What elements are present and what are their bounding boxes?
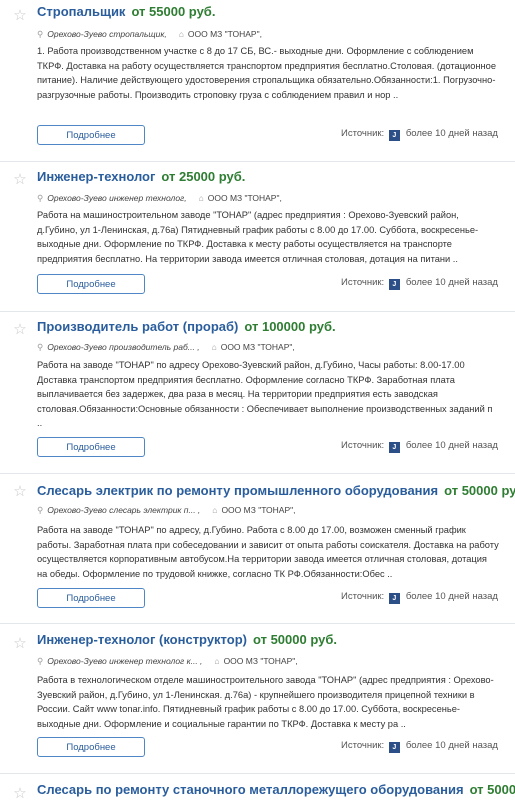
- vacancy-header: Инженер-технолог (конструктор) от 50000 р…: [37, 632, 337, 647]
- company-icon: ⌂: [198, 193, 204, 203]
- vacancy-salary: от 50000 руб.: [252, 632, 337, 647]
- vacancy-header: Инженер-технолог от 25000 руб.: [37, 169, 245, 184]
- vacancy-card: ☆ Слесарь электрик по ремонту промышленн…: [0, 473, 515, 624]
- vacancy-description: Работа на заводе "ТОНАР" по адресу Орехо…: [37, 360, 493, 428]
- source-logo-icon[interactable]: J: [388, 279, 400, 290]
- vacancy-salary: от 50000 руб.: [444, 483, 515, 498]
- vacancy-salary: от 50000 руб.: [469, 782, 515, 797]
- location-pin-icon: ⚲: [37, 342, 44, 352]
- company-icon: ⌂: [214, 656, 220, 666]
- source-label: Источник:: [341, 440, 385, 451]
- company-icon: ⌂: [212, 505, 218, 515]
- more-button[interactable]: Подробнее: [37, 125, 145, 145]
- vacancy-location: Орехово-Зуево инженер технолог к... ,: [47, 656, 203, 666]
- location-pin-icon: ⚲: [37, 656, 44, 666]
- company-icon: ⌂: [178, 29, 184, 39]
- location-pin-icon: ⚲: [37, 29, 44, 39]
- vacancy-card: ☆ Инженер-технолог от 25000 руб. ⚲ Орехово…: [0, 161, 515, 312]
- source-logo-icon[interactable]: J: [388, 130, 400, 141]
- vacancy-salary: от 55000 руб.: [131, 4, 216, 19]
- vacancy-source: Источник: Jболее 10 дней назад: [341, 740, 498, 753]
- vacancy-header: Слесарь по ремонту станочного металлореж…: [37, 782, 515, 797]
- vacancy-location: Орехово-Зуево стропальщик,: [47, 29, 167, 39]
- vacancy-company: ООО МЗ "ТОНАР",: [220, 342, 295, 352]
- vacancy-meta: ⚲ Орехово-Зуево производитель раб... , ⌂ ОО…: [37, 342, 295, 353]
- favorite-star-icon[interactable]: ☆: [12, 8, 28, 24]
- vacancy-company: ООО МЗ "ТОНАР",: [221, 505, 296, 515]
- more-button[interactable]: Подробнее: [37, 737, 145, 757]
- more-button[interactable]: Подробнее: [37, 437, 145, 457]
- vacancy-company: ООО МЗ "ТОНАР",: [187, 29, 262, 39]
- vacancy-source: Источник: Jболее 10 дней назад: [341, 128, 498, 141]
- vacancy-description: 1. Работа производственном участке с 8 д…: [37, 46, 497, 100]
- vacancy-meta: ⚲ Орехово-Зуево стропальщик, ⌂ ООО МЗ "ТОНА…: [37, 29, 262, 40]
- vacancy-source: Источник: Jболее 10 дней назад: [341, 591, 498, 604]
- vacancy-description: Работа на заводе "ТОНАР" по адресу, д.Гу…: [37, 525, 499, 579]
- source-logo-icon[interactable]: J: [388, 442, 400, 453]
- vacancy-source: Источник: Jболее 10 дней назад: [341, 440, 498, 453]
- vacancy-salary: от 25000 руб.: [161, 169, 246, 184]
- vacancy-title[interactable]: Инженер-технолог (конструктор): [37, 632, 247, 647]
- source-logo-icon[interactable]: J: [388, 593, 400, 604]
- source-label: Источник:: [341, 740, 385, 751]
- vacancy-title[interactable]: Слесарь электрик по ремонту промышленног…: [37, 483, 438, 498]
- more-button[interactable]: Подробнее: [37, 588, 145, 608]
- more-button[interactable]: Подробнее: [37, 274, 145, 294]
- source-logo-icon[interactable]: J: [388, 742, 400, 753]
- vacancy-source: Источник: Jболее 10 дней назад: [341, 277, 498, 290]
- vacancy-description: Работа в технологическом отделе машиност…: [37, 675, 494, 729]
- favorite-star-icon[interactable]: ☆: [12, 172, 28, 188]
- vacancy-header: Производитель работ (прораб) от 100000 ру…: [37, 319, 336, 334]
- vacancy-title[interactable]: Инженер-технолог: [37, 169, 155, 184]
- company-icon: ⌂: [211, 342, 217, 352]
- favorite-star-icon[interactable]: ☆: [12, 786, 28, 800]
- favorite-star-icon[interactable]: ☆: [12, 484, 28, 500]
- vacancy-card: ☆ Слесарь по ремонту станочного металлор…: [0, 773, 515, 800]
- posted-date: более 10 дней назад: [405, 740, 498, 751]
- posted-date: более 10 дней назад: [405, 440, 498, 451]
- vacancy-card: ☆ Стропальщик от 55000 руб. ⚲ Орехово-Зуев…: [0, 0, 515, 162]
- vacancy-meta: ⚲ Орехово-Зуево инженер технолог, ⌂ ООО МЗ …: [37, 193, 282, 204]
- source-label: Источник:: [341, 591, 385, 602]
- vacancy-description: Работа на машиностроительном заводе "ТОН…: [37, 210, 479, 264]
- vacancy-title[interactable]: Стропальщик: [37, 4, 125, 19]
- posted-date: более 10 дней назад: [405, 128, 498, 139]
- vacancy-title[interactable]: Слесарь по ремонту станочного металлореж…: [37, 782, 464, 797]
- posted-date: более 10 дней назад: [405, 591, 498, 602]
- favorite-star-icon[interactable]: ☆: [12, 322, 28, 338]
- vacancy-company: ООО МЗ "ТОНАР",: [223, 656, 298, 666]
- favorite-star-icon[interactable]: ☆: [12, 636, 28, 652]
- vacancy-meta: ⚲ Орехово-Зуево инженер технолог к... , ⌂ О…: [37, 656, 298, 667]
- posted-date: более 10 дней назад: [405, 277, 498, 288]
- vacancy-location: Орехово-Зуево производитель раб... ,: [47, 342, 200, 352]
- vacancy-company: ООО МЗ "ТОНАР",: [207, 193, 282, 203]
- vacancy-header: Стропальщик от 55000 руб.: [37, 4, 215, 19]
- source-label: Источник:: [341, 128, 385, 139]
- vacancy-card: ☆ Инженер-технолог (конструктор) от 50000…: [0, 623, 515, 774]
- vacancy-location: Орехово-Зуево слесарь электрик п... ,: [47, 505, 201, 515]
- vacancy-meta: ⚲ Орехово-Зуево слесарь электрик п... , ⌂ О…: [37, 505, 296, 516]
- vacancy-header: Слесарь электрик по ремонту промышленног…: [37, 483, 515, 498]
- vacancy-card: ☆ Производитель работ (прораб) от 100000 …: [0, 311, 515, 474]
- location-pin-icon: ⚲: [37, 505, 44, 515]
- source-label: Источник:: [341, 277, 385, 288]
- vacancy-salary: от 100000 руб.: [244, 319, 336, 334]
- vacancy-location: Орехово-Зуево инженер технолог,: [47, 193, 187, 203]
- vacancy-title[interactable]: Производитель работ (прораб): [37, 319, 238, 334]
- location-pin-icon: ⚲: [37, 193, 44, 203]
